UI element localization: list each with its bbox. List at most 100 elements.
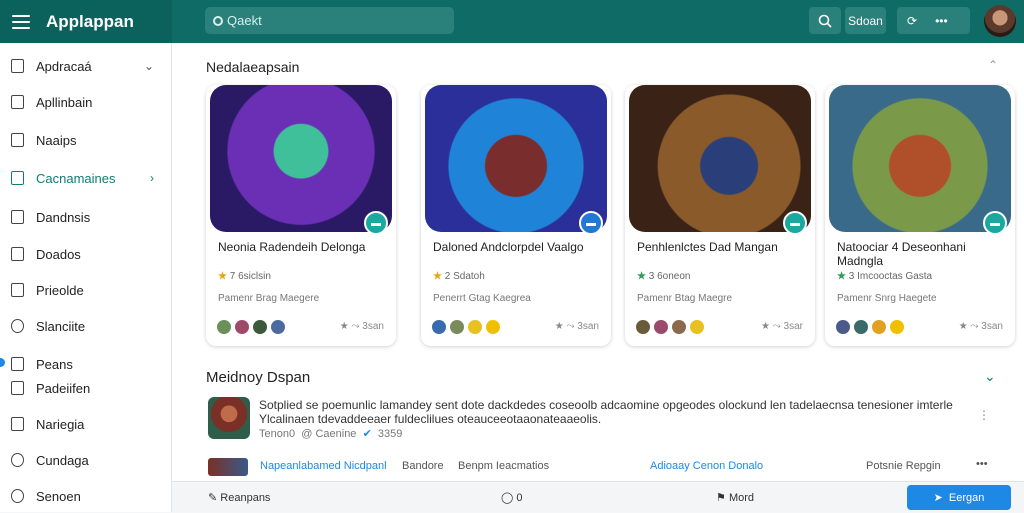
sidebar-item-label: Naaips: [36, 132, 77, 148]
card-actions[interactable]: ★ ⤳ 3san: [555, 321, 599, 332]
sidebar-item-8[interactable]: Slanciite: [0, 309, 172, 343]
sidebar-item-label: Slanciite: [36, 318, 86, 334]
row-title[interactable]: Napeanlabamed Nicdpanl: [260, 460, 387, 472]
doc-icon: [11, 210, 24, 224]
sidebar-item-label: Senoen: [36, 488, 81, 504]
sidebar-item-label: Cundaga: [36, 452, 89, 468]
pen-icon: ✎: [208, 492, 218, 504]
sidebar-item-7[interactable]: Prieolde: [0, 273, 172, 307]
row-col-1: Bandore: [402, 460, 444, 472]
chevron-down-icon[interactable]: ⌄: [984, 368, 996, 385]
sidebar-item-label: Apllinbain: [36, 94, 93, 110]
row-col-3[interactable]: Adioaay Cenon Donalo: [650, 460, 763, 472]
more-vertical-icon[interactable]: ⋮: [978, 408, 990, 422]
game-card[interactable]: ▬ Natoociar 4 Deseonhani Madngla ★ 3 Imc…: [825, 85, 1015, 346]
controller-icon[interactable]: ▬: [364, 211, 388, 235]
sidebar-item-label: Prieolde: [36, 282, 84, 298]
sidebar-item-3[interactable]: Naaips: [0, 123, 172, 157]
refresh-icon[interactable]: ⟳: [907, 14, 917, 28]
game-card[interactable]: ▬ Neonia Radendeih Delonga ★ 7 6siclsin …: [206, 85, 396, 346]
collapse-icon[interactable]: ⌃: [988, 58, 998, 72]
sidebar: Apdracaá ⌄ Apllinbain Naaips Cacnamaines ›…: [0, 43, 172, 512]
search-input[interactable]: Qaekt: [205, 7, 454, 34]
check-icon: [11, 453, 24, 467]
news-text[interactable]: Sotplied se poemunlic lamandey sent dote…: [259, 398, 974, 426]
copy-icon: [11, 133, 24, 147]
player-avatars: [635, 319, 707, 335]
page-icon: [11, 247, 24, 261]
search-button[interactable]: [809, 7, 841, 34]
sidebar-item-5[interactable]: Dandnsis: [0, 200, 172, 234]
sidebar-item-label: Cacnamaines: [36, 170, 116, 186]
game-art-image: [629, 85, 811, 232]
controller-icon[interactable]: ▬: [783, 211, 807, 235]
more-icon[interactable]: •••: [976, 458, 988, 470]
sidebar-item-label: Apdracaá: [36, 58, 92, 74]
flag-icon: ⚑: [716, 492, 726, 504]
at-icon: @: [301, 428, 313, 440]
player-avatars: [431, 319, 503, 335]
sidebar-item-label: Dandnsis: [36, 209, 91, 225]
sidebar-item-12[interactable]: Cundaga: [0, 443, 172, 477]
sidebar-item-label: Padeiifen: [36, 380, 91, 396]
game-rating: ★ 2 Sdatoh: [433, 271, 485, 282]
reply-label: Reanpans: [220, 492, 271, 504]
app-title: Applappan: [46, 11, 134, 31]
controller-icon[interactable]: ▬: [579, 211, 603, 235]
reply-button[interactable]: ✎ Reanpans: [208, 491, 270, 504]
sidebar-item-13[interactable]: Senoen: [0, 479, 172, 513]
game-title: Natoociar 4 Deseonhani Madngla: [837, 240, 966, 268]
card-actions[interactable]: ★ ⤳ 3san: [340, 321, 384, 332]
sidebar-item-2[interactable]: Apllinbain: [0, 85, 172, 119]
rating-value: 2: [444, 271, 451, 282]
game-rating: ★ 7 6siclsin: [218, 271, 271, 282]
square-icon: [11, 417, 24, 431]
sidebar-item-10[interactable]: Padeiifen: [0, 371, 172, 405]
game-title: Penhlenlctes Dad Mangan: [637, 240, 778, 254]
news-thumbnail[interactable]: [208, 397, 250, 439]
game-card[interactable]: ▬ Daloned Andclorpdel Vaalgo ★ 2 Sdatoh …: [421, 85, 611, 346]
sidebar-item-11[interactable]: Nariegia: [0, 407, 172, 441]
row-thumbnail: [208, 458, 248, 476]
game-card[interactable]: ▬ Penhlenlctes Dad Mangan ★ 3 6oneon Pam…: [625, 85, 815, 346]
game-subtitle: Penerrt Gtag Kaegrea: [433, 293, 531, 304]
sidebar-item-6[interactable]: Doados: [0, 237, 172, 271]
news-handle[interactable]: Caenine: [315, 428, 356, 440]
chevron-right-icon: ›: [150, 171, 154, 185]
search-placeholder: Qaekt: [227, 13, 262, 28]
controller-icon[interactable]: ▬: [983, 211, 1007, 235]
avatar[interactable]: [984, 5, 1016, 37]
comment-count: 0: [516, 492, 523, 504]
card-actions[interactable]: ★ ⤳ 3sar: [761, 321, 803, 332]
triangle-icon: [11, 95, 24, 109]
mod-button[interactable]: ⚑ Mord: [716, 491, 754, 504]
game-subtitle: Pamenr Snrg Haegete: [837, 293, 937, 304]
sidebar-item-label: Nariegia: [36, 416, 85, 432]
player-avatars: [216, 319, 288, 335]
comment-button[interactable]: ◯ 0: [501, 491, 523, 504]
rating-text: 6siclsin: [238, 271, 271, 282]
card-actions[interactable]: ★ ⤳ 3san: [959, 321, 1003, 332]
comment-icon: ◯: [501, 492, 514, 504]
row-col-4: Potsnie Repgin: [866, 460, 941, 472]
rating-value: 7: [229, 271, 236, 282]
send-button[interactable]: ➤ Eergan: [907, 485, 1011, 510]
sort-button[interactable]: Sdoan: [845, 7, 886, 34]
link-icon: [11, 381, 24, 395]
sidebar-item-1[interactable]: Apdracaá ⌄: [0, 49, 172, 83]
rating-text: 6oneon: [657, 271, 691, 282]
more-icon[interactable]: •••: [935, 14, 948, 28]
search-icon: [213, 15, 223, 26]
page-icon: [11, 283, 24, 297]
send-icon: ➤: [933, 492, 943, 504]
sidebar-item-4[interactable]: Cacnamaines ›: [0, 161, 172, 195]
mod-label: Mord: [728, 492, 754, 504]
news-count: 3359: [377, 428, 403, 440]
game-subtitle: Pamenr Brag Maegere: [218, 293, 320, 304]
verified-icon: ✔: [362, 428, 372, 440]
game-rating: ★ 3 Imcooctas Gasta: [837, 271, 933, 282]
game-subtitle: Pamenr Btag Maegre: [637, 293, 733, 304]
row-col-2: Benpm Ieacmatios: [458, 460, 550, 472]
hamburger-menu-icon[interactable]: [12, 14, 30, 29]
list-item[interactable]: Napeanlabamed Nicdpanl Bandore Benpm Iea…: [208, 458, 988, 476]
